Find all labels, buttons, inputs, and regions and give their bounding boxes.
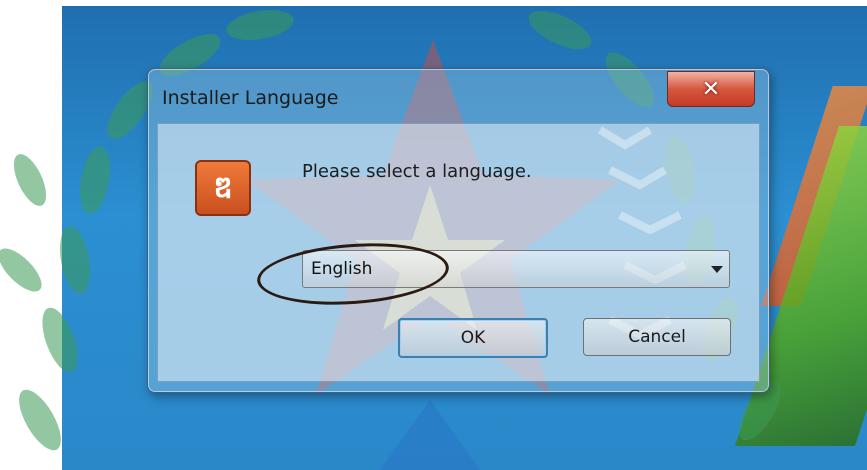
cancel-button[interactable]: Cancel <box>583 318 731 356</box>
dialog-titlebar[interactable]: Installer Language ✕ <box>148 69 769 123</box>
prompt-text: Please select a language. <box>302 161 532 182</box>
close-icon: ✕ <box>701 76 721 102</box>
app-icon-glyph: ឌ <box>213 170 233 205</box>
dialog-title: Installer Language <box>162 87 339 109</box>
installer-language-dialog: Installer Language ✕ ឌ Please select a l… <box>147 68 770 393</box>
xampp-app-icon: ឌ <box>195 160 251 216</box>
ok-button[interactable]: OK <box>398 318 548 358</box>
dialog-body: ឌ Please select a language. English OK C… <box>157 123 760 382</box>
close-button[interactable]: ✕ <box>667 71 755 107</box>
chevron-down-icon[interactable] <box>711 266 723 273</box>
